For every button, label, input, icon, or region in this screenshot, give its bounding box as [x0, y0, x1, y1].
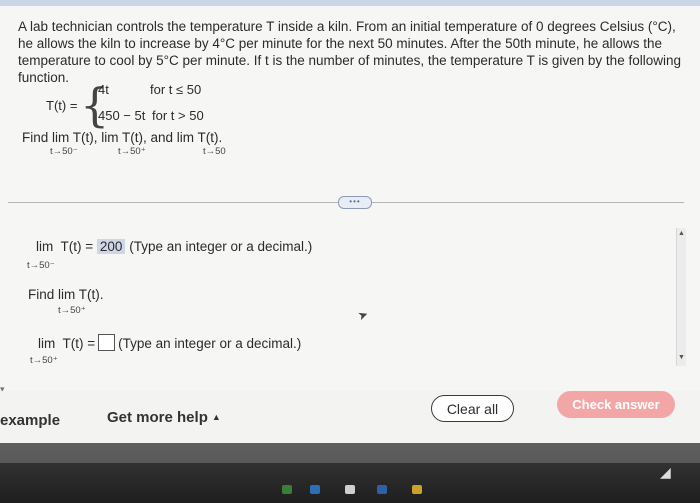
problem-statement: A lab technician controls the temperatur…	[18, 18, 688, 86]
function-lhs: T(t) =	[46, 98, 78, 113]
caret-up-icon: ▲	[211, 412, 221, 422]
answer1-input[interactable]: 200	[96, 239, 126, 254]
answer2-hint: (Type an integer or a decimal.)	[118, 336, 302, 351]
taskbar	[0, 443, 700, 503]
taskbar-glare	[0, 443, 700, 463]
get-more-help-label: Get more help	[107, 409, 208, 426]
taskbar-app-icon[interactable]	[377, 485, 387, 494]
example-link[interactable]: example	[0, 412, 60, 429]
find-limit-sub-right: t→50⁺	[118, 146, 146, 157]
taskbar-app-icon[interactable]	[345, 485, 355, 494]
answer2-sub: t→50⁺	[30, 355, 58, 366]
scrollbar[interactable]: ▲ ▼	[676, 228, 686, 366]
scroll-down-icon[interactable]: ▼	[678, 354, 685, 361]
taskbar-app-icon[interactable]	[282, 485, 292, 494]
mouse-cursor-icon: ➤	[355, 306, 371, 324]
problem-text: A lab technician controls the temperatur…	[18, 19, 681, 85]
find-limits: Find lim T(t), lim T(t), and lim T(t).	[22, 130, 222, 145]
answer1-row: lim T(t) = 200 (Type an integer or a dec…	[36, 239, 312, 254]
case2-condition: for t > 50	[152, 108, 204, 123]
answer1-sub: t→50⁻	[27, 260, 55, 271]
system-tray-icon[interactable]: ◢	[660, 464, 671, 481]
find2-row: Find lim T(t).	[28, 287, 104, 302]
scroll-up-icon[interactable]: ▲	[678, 230, 685, 237]
case2-expression: 450 − 5t	[98, 108, 146, 123]
find-limit-sub-left: t→50⁻	[50, 146, 78, 157]
find2-sub: t→50⁺	[58, 305, 86, 316]
find-limits-text: Find lim T(t), lim T(t), and lim T(t).	[22, 130, 223, 145]
divider-handle[interactable]: •••	[338, 196, 372, 209]
answer2-input[interactable]	[98, 334, 116, 351]
question-panel: A lab technician controls the temperatur…	[0, 6, 700, 394]
answer2-lim: lim	[38, 336, 56, 351]
find-limit-sub-two-sided: t→50	[203, 146, 226, 157]
answer1-hint: (Type an integer or a decimal.)	[129, 239, 313, 254]
case1-expression: 4t	[98, 82, 109, 97]
check-answer-button[interactable]: Check answer	[557, 391, 675, 418]
answer2-expr: T(t) =	[62, 336, 96, 351]
clear-all-button[interactable]: Clear all	[431, 395, 514, 422]
answer1-expr: T(t) =	[60, 239, 94, 254]
find2-text: Find lim T(t).	[28, 287, 104, 302]
answer1-lim: lim	[36, 239, 54, 254]
case1-condition: for t ≤ 50	[150, 82, 202, 97]
answer2-row: lim T(t) = (Type an integer or a decimal.…	[38, 334, 301, 351]
taskbar-app-icon[interactable]	[310, 485, 320, 494]
get-more-help-link[interactable]: Get more help ▲	[107, 409, 221, 426]
taskbar-app-icon[interactable]	[412, 485, 422, 494]
